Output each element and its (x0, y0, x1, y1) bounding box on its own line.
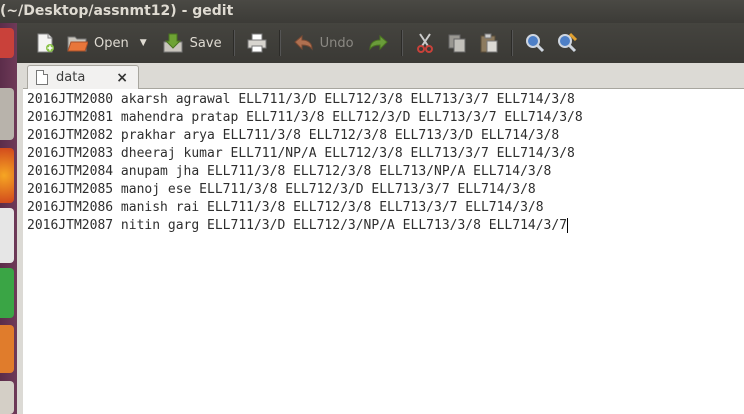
editor-line: 2016JTM2087 nitin garg ELL711/3/D ELL712… (27, 218, 569, 233)
launcher-files-icon[interactable] (0, 88, 14, 140)
print-icon (246, 32, 268, 54)
new-button[interactable] (29, 27, 61, 59)
editor-line: 2016JTM2082 prakhar arya ELL711/3/8 ELL7… (27, 128, 560, 143)
editor-line: 2016JTM2081 mahendra pratap ELL711/3/8 E… (27, 110, 583, 125)
open-recent-dropdown[interactable]: ▼ (134, 27, 153, 59)
undo-button[interactable]: Undo (287, 27, 359, 59)
text-cursor (567, 218, 569, 233)
launcher-calc-icon[interactable] (0, 268, 14, 318)
tab-data[interactable]: data × (27, 65, 139, 89)
toolbar-separator (232, 30, 235, 56)
open-button-label: Open (94, 35, 129, 51)
firefox-icon[interactable] (0, 148, 14, 203)
save-button-label: Save (189, 35, 222, 51)
editor-line: 2016JTM2086 manish rai ELL711/3/8 ELL712… (27, 200, 544, 215)
folder-open-icon (66, 32, 89, 54)
text-editor[interactable]: 2016JTM2080 akarsh agrawal ELL711/3/D EL… (23, 89, 744, 414)
paste-icon (478, 32, 500, 54)
redo-icon (368, 32, 390, 54)
editor-line: 2016JTM2084 anupam jha ELL711/3/8 ELL712… (27, 164, 552, 179)
editor-line: 2016JTM2080 akarsh agrawal ELL711/3/D EL… (27, 92, 575, 107)
toolbar-separator (278, 30, 281, 56)
launcher-bar (0, 23, 17, 414)
undo-button-label: Undo (319, 35, 354, 51)
launcher-app-icon[interactable] (0, 28, 14, 58)
copy-icon (446, 32, 468, 54)
toolbar-separator (400, 30, 403, 56)
redo-button[interactable] (363, 27, 395, 59)
search-icon (524, 32, 546, 54)
find-replace-icon (556, 32, 578, 54)
save-button[interactable]: Save (157, 27, 227, 59)
document-icon (36, 70, 48, 85)
editor-line: 2016JTM2083 dheeraj kumar ELL711/NP/A EL… (27, 146, 575, 161)
document-tab-strip: data × (23, 63, 744, 89)
launcher-software-icon[interactable] (0, 381, 14, 414)
cut-icon (414, 32, 436, 54)
window-title: (~/Desktop/assnmt12) - gedit (0, 3, 234, 19)
toolbar: Open ▼ Save Undo (17, 23, 744, 63)
toolbar-separator (510, 30, 513, 56)
close-icon[interactable]: × (116, 70, 128, 86)
paste-button[interactable] (473, 27, 505, 59)
copy-button[interactable] (441, 27, 473, 59)
find-button[interactable] (519, 27, 551, 59)
window-titlebar: (~/Desktop/assnmt12) - gedit (0, 0, 744, 24)
editor-line: 2016JTM2085 manoj ese ELL711/3/8 ELL712/… (27, 182, 536, 197)
find-replace-button[interactable] (551, 27, 583, 59)
undo-icon (292, 32, 314, 54)
open-button[interactable]: Open (61, 27, 134, 59)
tab-label: data (56, 70, 86, 85)
cut-button[interactable] (409, 27, 441, 59)
new-document-icon (34, 32, 56, 54)
launcher-office-icon[interactable] (0, 208, 14, 263)
print-button[interactable] (241, 27, 273, 59)
save-icon (162, 32, 184, 54)
chevron-down-icon: ▼ (139, 38, 147, 48)
launcher-impress-icon[interactable] (0, 325, 14, 373)
